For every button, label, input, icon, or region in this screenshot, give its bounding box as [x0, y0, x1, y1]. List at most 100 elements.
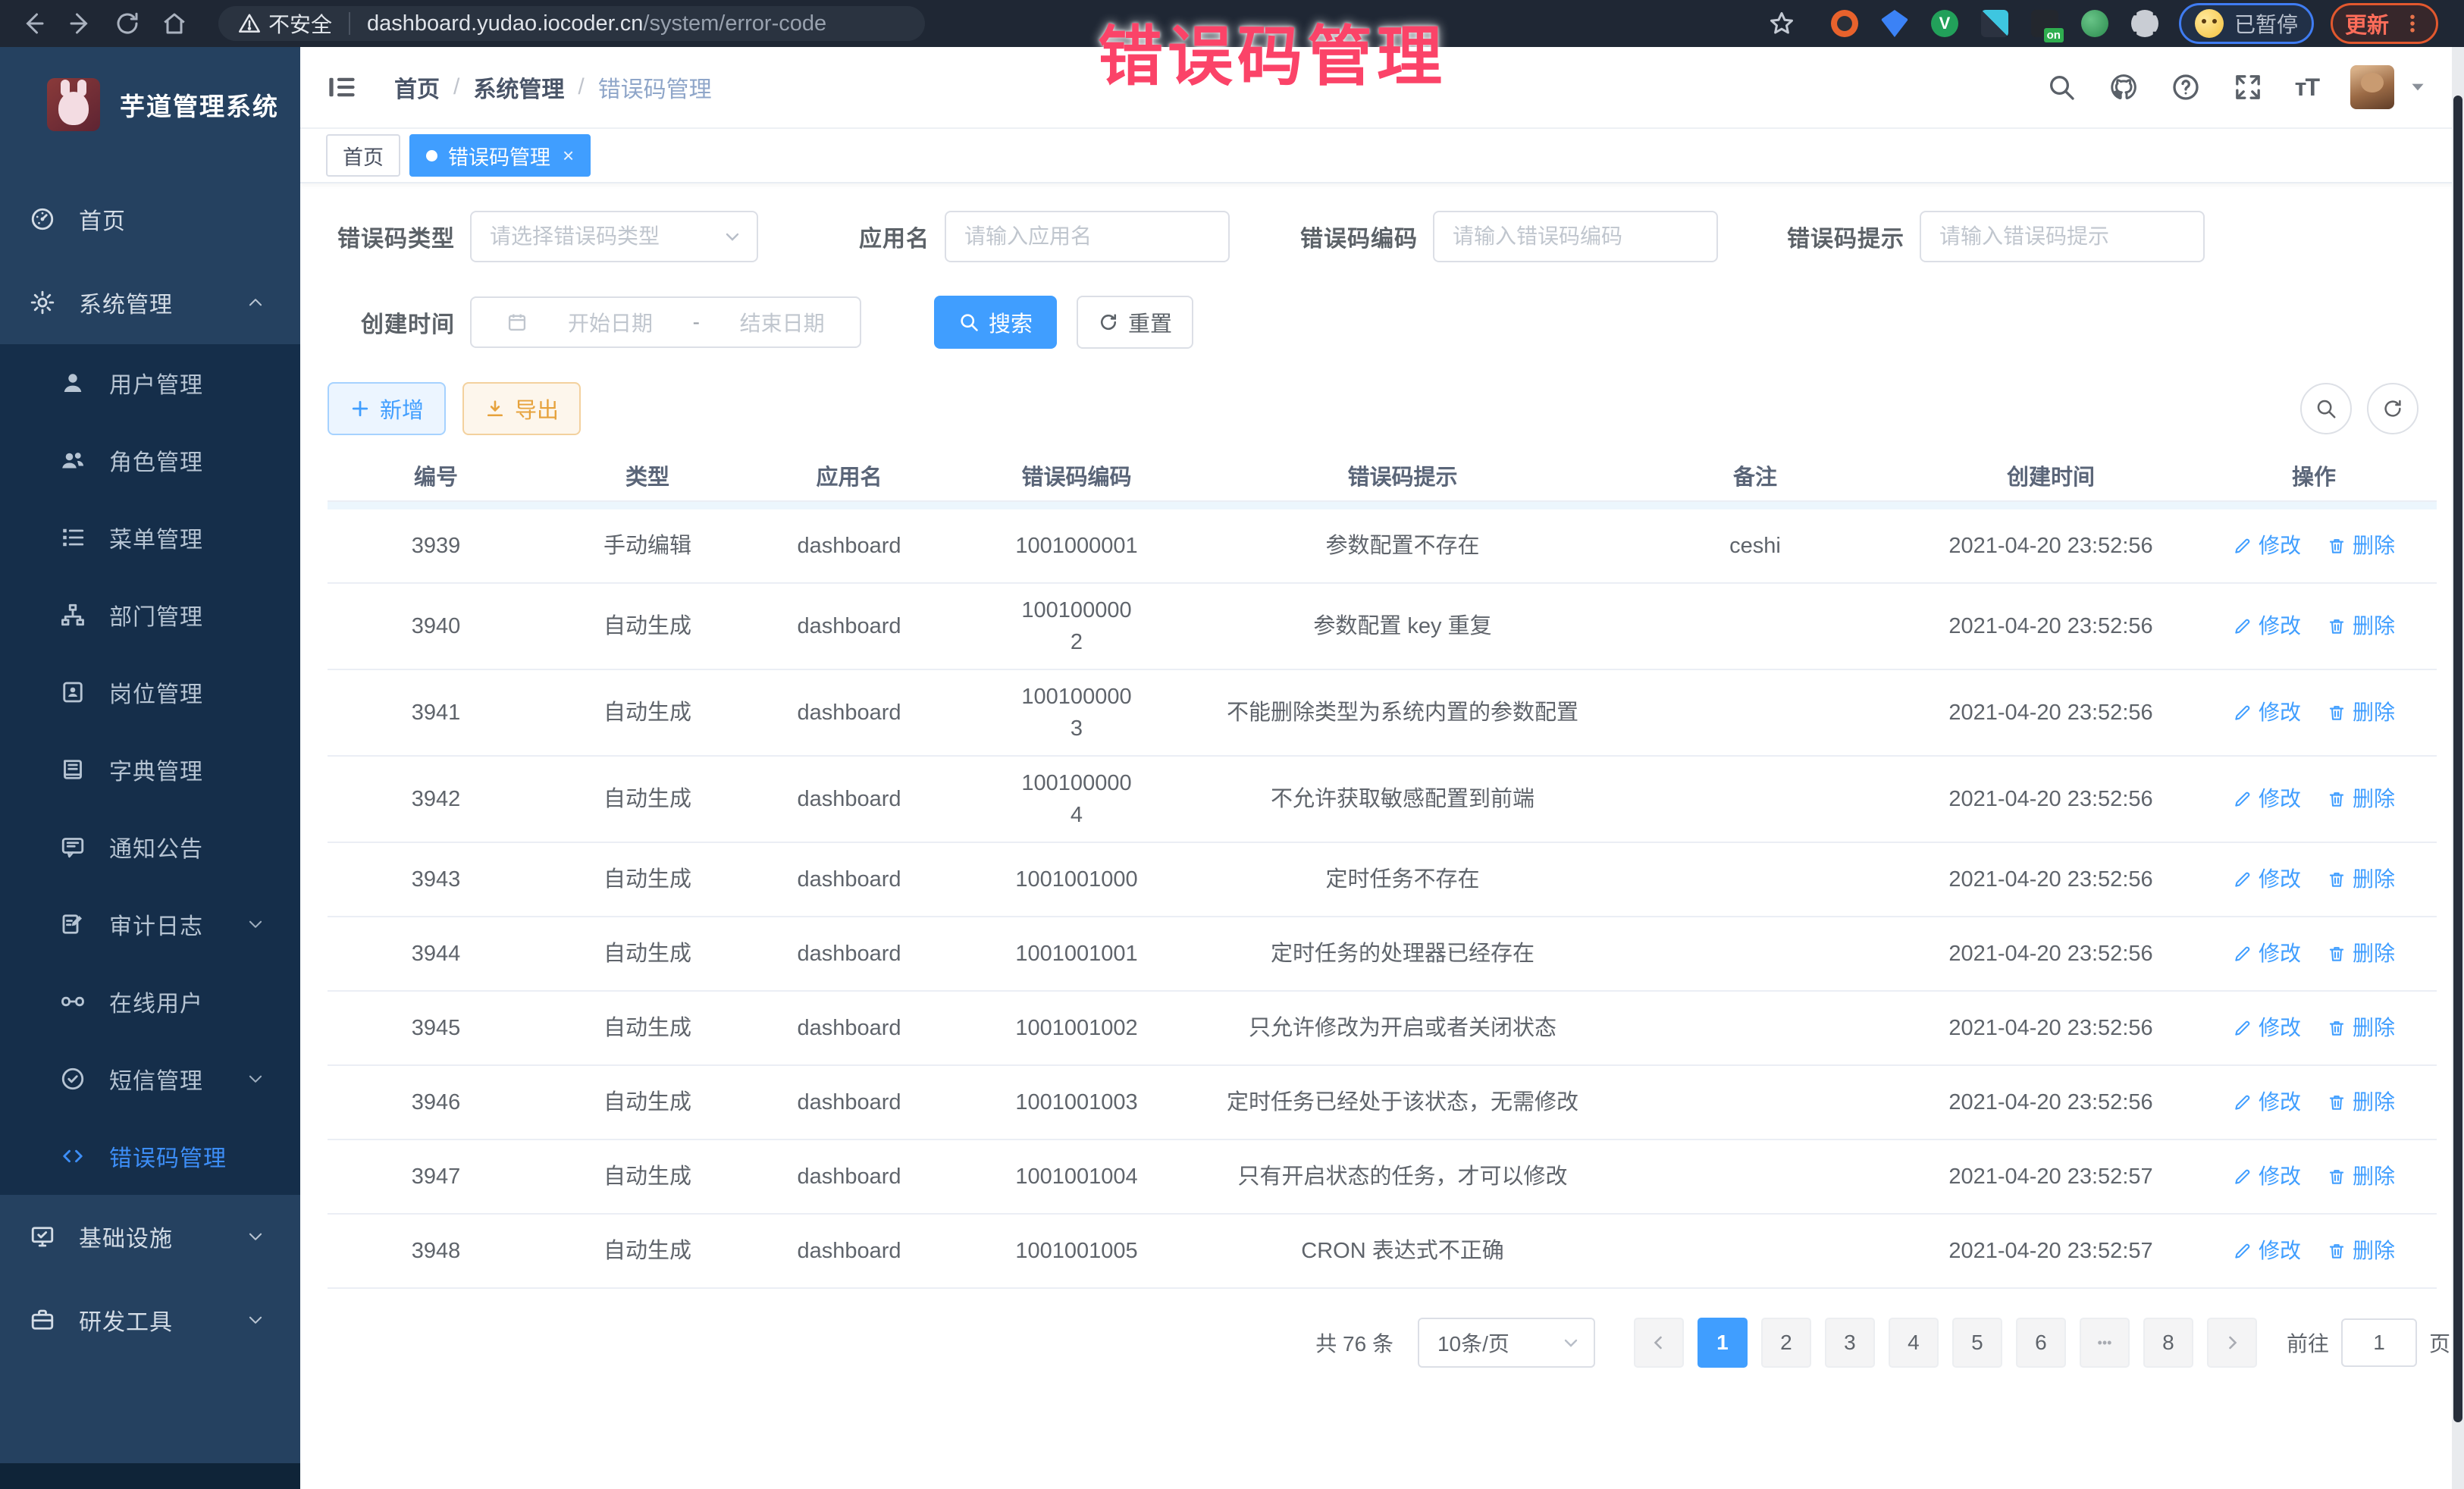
delete-link[interactable]: 删除	[2327, 939, 2395, 970]
page-button-2[interactable]: 2	[1761, 1318, 1811, 1368]
key-extension-icon[interactable]	[2079, 8, 2111, 39]
sidebar-item-3[interactable]: 角色管理	[0, 422, 300, 499]
scrollbar-thumb[interactable]	[2453, 96, 2462, 1422]
error-msg-input[interactable]	[1921, 224, 2203, 249]
sidebar-item-12[interactable]: 错误码管理	[0, 1118, 300, 1195]
delete-link[interactable]: 删除	[2327, 697, 2395, 729]
profile-paused-badge[interactable]: 已暂停	[2179, 3, 2314, 44]
table-row-3945[interactable]: 3945自动生成dashboard1001001002只允许修改为开启或者关闭状…	[328, 992, 2437, 1066]
delete-link[interactable]: 删除	[2327, 1236, 2395, 1267]
sidebar-item-6[interactable]: 岗位管理	[0, 654, 300, 731]
edit-link[interactable]: 修改	[2233, 1236, 2301, 1267]
green-v-extension-icon[interactable]: V	[1929, 8, 1961, 39]
export-button[interactable]: 导出	[462, 382, 581, 435]
table-row-3946[interactable]: 3946自动生成dashboard1001001003定时任务已经处于该状态，无…	[328, 1066, 2437, 1140]
delete-link[interactable]: 删除	[2327, 1087, 2395, 1118]
table-row-3944[interactable]: 3944自动生成dashboard1001001001定时任务的处理器已经存在2…	[328, 917, 2437, 992]
page-size-select[interactable]: 10条/页	[1418, 1318, 1595, 1368]
page-button-3[interactable]: 3	[1825, 1318, 1875, 1368]
refresh-table-button[interactable]	[2367, 383, 2419, 434]
page-button-6[interactable]: 6	[2016, 1318, 2066, 1368]
font-size-icon[interactable]: ᴛT	[2295, 74, 2318, 102]
delete-link[interactable]: 删除	[2327, 864, 2395, 895]
gem-extension-icon[interactable]	[1879, 8, 1911, 39]
reset-button[interactable]: 重置	[1077, 296, 1193, 349]
sidebar-item-0[interactable]: 首页	[0, 177, 300, 261]
github-icon[interactable]	[2108, 72, 2139, 102]
edit-link[interactable]: 修改	[2233, 697, 2301, 729]
grid-extension-icon[interactable]	[1979, 8, 2011, 39]
sidebar-item-2[interactable]: 用户管理	[0, 344, 300, 422]
edit-link[interactable]: 修改	[2233, 864, 2301, 895]
bookmark-star-icon[interactable]	[1768, 10, 1795, 37]
search-button[interactable]: 搜索	[934, 296, 1057, 349]
delete-link[interactable]: 删除	[2327, 1161, 2395, 1193]
toggle-search-button[interactable]	[2300, 383, 2352, 434]
error-code-input-box[interactable]	[1433, 211, 1718, 262]
tab-1[interactable]: 错误码管理×	[409, 134, 591, 177]
table-row-3948[interactable]: 3948自动生成dashboard1001001005CRON 表达式不正确20…	[328, 1215, 2437, 1289]
shield-extension-icon[interactable]	[1829, 8, 1861, 39]
browser-menu-icon[interactable]	[2401, 12, 2424, 35]
error-type-select[interactable]	[470, 211, 758, 262]
app-name-input[interactable]	[946, 224, 1228, 249]
home-icon[interactable]	[161, 10, 188, 37]
reload-icon[interactable]	[114, 10, 141, 37]
more-pages-icon[interactable]: •••	[2080, 1318, 2130, 1368]
edit-link[interactable]: 修改	[2233, 1013, 2301, 1044]
edit-link[interactable]: 修改	[2233, 531, 2301, 562]
sidebar-item-5[interactable]: 部门管理	[0, 576, 300, 654]
goto-page-input[interactable]	[2341, 1318, 2417, 1367]
browser-update-button[interactable]: 更新	[2331, 3, 2438, 44]
table-row-3940[interactable]: 3940自动生成dashboard100100000 2参数配置 key 重复2…	[328, 584, 2437, 670]
app-logo-row[interactable]: 芋道管理系统	[0, 47, 300, 150]
edit-link[interactable]: 修改	[2233, 784, 2301, 815]
hamburger-icon[interactable]	[326, 71, 358, 103]
table-row-3941[interactable]: 3941自动生成dashboard100100000 3不能删除类型为系统内置的…	[328, 670, 2437, 757]
error-code-input[interactable]	[1434, 224, 1716, 249]
error-type-select-input[interactable]	[472, 224, 723, 249]
edit-link[interactable]: 修改	[2233, 1087, 2301, 1118]
date-range-picker[interactable]: 开始日期 - 结束日期	[470, 296, 861, 348]
user-avatar[interactable]	[2350, 65, 2394, 109]
breadcrumb-item-1[interactable]: 系统管理	[473, 71, 564, 104]
app-name-input-box[interactable]	[945, 211, 1230, 262]
sidebar-item-10[interactable]: 在线用户	[0, 963, 300, 1040]
sidebar-item-8[interactable]: 通知公告	[0, 808, 300, 886]
edit-link[interactable]: 修改	[2233, 1161, 2301, 1193]
page-scrollbar[interactable]	[2452, 47, 2464, 1489]
avatar-caret-down-icon[interactable]	[2408, 77, 2428, 97]
delete-link[interactable]: 删除	[2327, 784, 2395, 815]
table-row-3943[interactable]: 3943自动生成dashboard1001001000定时任务不存在2021-0…	[328, 843, 2437, 917]
edit-link[interactable]: 修改	[2233, 939, 2301, 970]
address-bar[interactable]: 不安全 dashboard.yudao.iocoder.cn/system/er…	[218, 6, 925, 41]
search-icon[interactable]	[2046, 72, 2077, 102]
page-button-4[interactable]: 4	[1889, 1318, 1939, 1368]
sidebar-item-1[interactable]: 系统管理	[0, 261, 300, 344]
breadcrumb-item-0[interactable]: 首页	[394, 71, 440, 104]
sidebar-item-4[interactable]: 菜单管理	[0, 499, 300, 576]
sidebar-item-7[interactable]: 字典管理	[0, 731, 300, 808]
puzzle-extensions-icon[interactable]	[2129, 8, 2161, 39]
forward-icon[interactable]	[67, 10, 94, 37]
help-icon[interactable]	[2171, 72, 2201, 102]
delete-link[interactable]: 删除	[2327, 611, 2395, 642]
sidebar-item-9[interactable]: 审计日志	[0, 886, 300, 963]
sidebar-item-14[interactable]: 研发工具	[0, 1278, 300, 1362]
edit-link[interactable]: 修改	[2233, 611, 2301, 642]
table-row-3939[interactable]: 3939手动编辑dashboard1001000001参数配置不存在ceshi2…	[328, 509, 2437, 584]
back-icon[interactable]	[20, 10, 47, 37]
page-button-8[interactable]: 8	[2143, 1318, 2193, 1368]
sidebar-item-11[interactable]: 短信管理	[0, 1040, 300, 1118]
add-button[interactable]: 新增	[328, 382, 446, 435]
error-msg-input-box[interactable]	[1920, 211, 2205, 262]
tab-0[interactable]: 首页	[326, 134, 400, 177]
delete-link[interactable]: 删除	[2327, 1013, 2395, 1044]
table-row-3942[interactable]: 3942自动生成dashboard100100000 4不允许获取敏感配置到前端…	[328, 757, 2437, 843]
table-row-3947[interactable]: 3947自动生成dashboard1001001004只有开启状态的任务，才可以…	[328, 1140, 2437, 1215]
close-icon[interactable]: ×	[563, 144, 574, 168]
sidebar-item-13[interactable]: 基础设施	[0, 1195, 300, 1278]
delete-link[interactable]: 删除	[2327, 531, 2395, 562]
page-button-1[interactable]: 1	[1698, 1318, 1748, 1368]
next-page-button[interactable]	[2207, 1318, 2257, 1368]
